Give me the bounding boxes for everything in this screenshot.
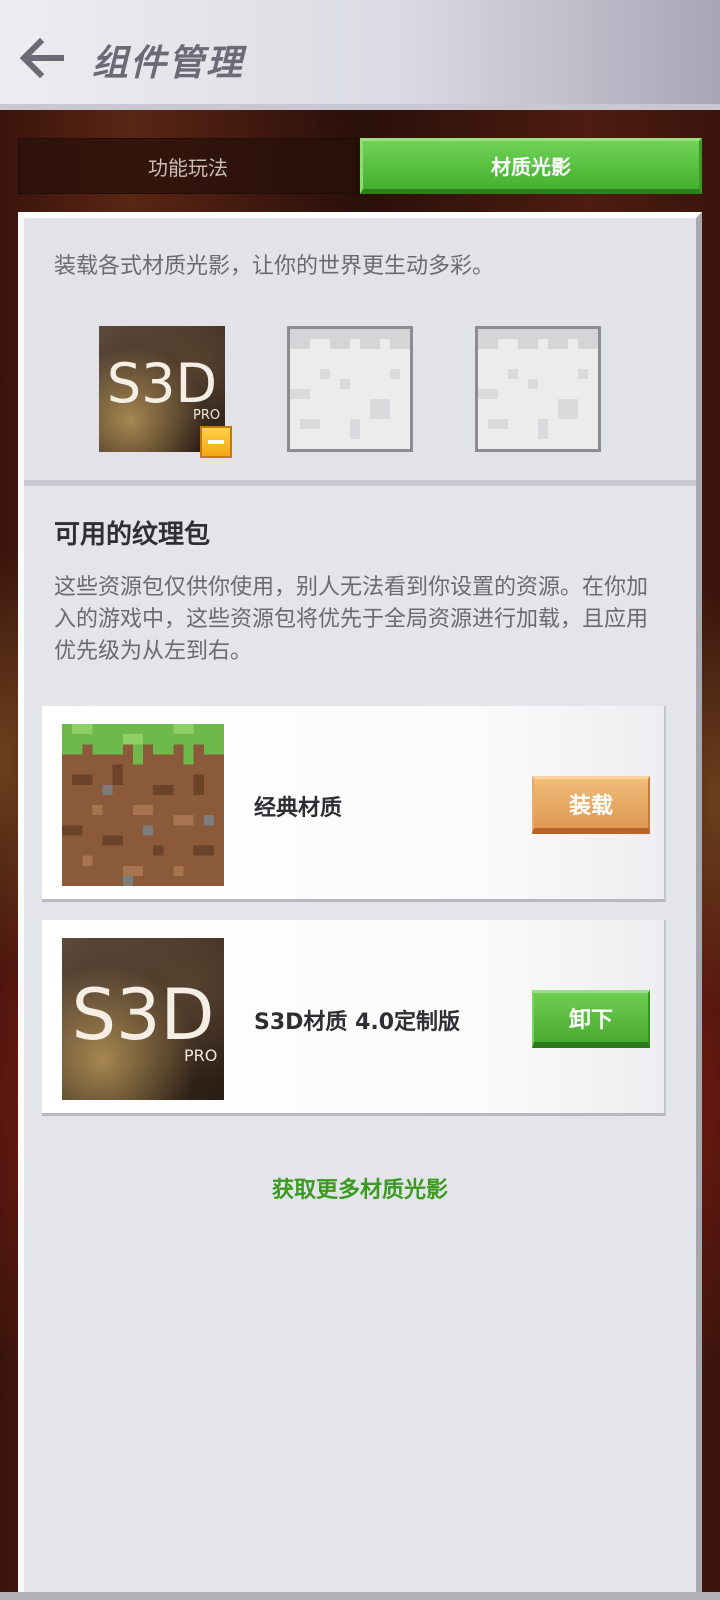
minus-icon[interactable] [200,426,232,458]
s3d-logo-text: S3D [71,974,215,1056]
empty-slot-pattern-icon [478,329,598,449]
equipped-intro: 装载各式材质光影，让你的世界更生动多彩。 [54,254,495,279]
bottom-edge [0,1592,720,1600]
equipped-slot-2-empty[interactable] [287,326,413,452]
pack-name: S3D材质 4.0定制版 [254,1010,461,1035]
grass-block-icon [62,724,224,886]
tab-bar: 功能玩法 材质光影 [18,138,702,194]
unload-button[interactable]: 卸下 [532,990,650,1048]
tab-gameplay[interactable]: 功能玩法 [18,138,358,194]
content-panel: 装载各式材质光影，让你的世界更生动多彩。 S3D PRO 可用的纹理包 这些资源… [18,212,702,1600]
equipped-slot-3-empty[interactable] [475,326,601,452]
back-arrow-icon[interactable] [20,38,66,78]
s3d-pro-logo: S3D PRO [62,938,224,1100]
top-bar: 组件管理 [0,0,720,110]
load-button[interactable]: 装载 [532,776,650,834]
s3d-logo-sub: PRO [184,1046,218,1065]
available-packs-title: 可用的纹理包 [54,520,211,550]
tab-textures-shaders[interactable]: 材质光影 [360,138,702,194]
pack-card-s3d: S3D PRO S3D材质 4.0定制版 卸下 [42,920,666,1116]
s3d-logo-text: S3D [106,352,218,415]
page-title: 组件管理 [92,43,245,84]
pack-name: 经典材质 [254,796,343,821]
s3d-logo-sub: PRO [193,408,221,423]
available-packs-description: 这些资源包仅供你使用，别人无法看到你设置的资源。在你加入的游戏中，这些资源包将优… [54,575,649,664]
get-more-link[interactable]: 获取更多材质光影 [24,1172,696,1204]
empty-slot-pattern-icon [290,329,410,449]
equipped-section: 装载各式材质光影，让你的世界更生动多彩。 S3D PRO [24,218,696,486]
pack-card-classic: 经典材质 装载 [42,706,666,902]
